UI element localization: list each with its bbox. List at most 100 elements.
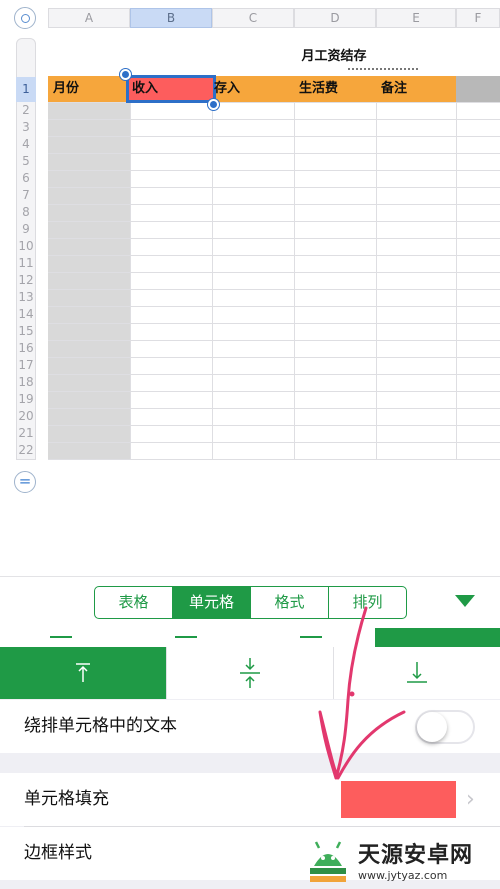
grid-row-line xyxy=(48,187,500,188)
column-header-d[interactable]: D xyxy=(294,8,376,28)
wrap-text-row: 绕排单元格中的文本 xyxy=(0,700,500,753)
selection-handle-top[interactable] xyxy=(120,69,131,80)
align-left-icon[interactable] xyxy=(50,636,72,638)
column-header-e[interactable]: E xyxy=(376,8,456,28)
grid-row-line xyxy=(48,306,500,307)
grid-row-line xyxy=(48,204,500,205)
row-number[interactable]: 6 xyxy=(16,170,36,187)
tab-segmented-control: 表格 单元格 格式 排列 xyxy=(94,586,407,619)
row-number[interactable]: 19 xyxy=(16,391,36,408)
row-number[interactable]: 21 xyxy=(16,425,36,442)
chevron-right-icon: › xyxy=(466,787,475,812)
row-number[interactable]: 5 xyxy=(16,153,36,170)
tab-bar: 表格 单元格 格式 排列 xyxy=(0,576,500,628)
row-number[interactable]: 3 xyxy=(16,119,36,136)
row-number[interactable]: 15 xyxy=(16,323,36,340)
grid-row-line xyxy=(48,425,500,426)
row-number[interactable]: 20 xyxy=(16,408,36,425)
header-cell-month[interactable]: 月份 xyxy=(48,76,130,102)
row-number[interactable]: 2 xyxy=(16,102,36,119)
grid-row-line xyxy=(48,119,500,120)
row-number[interactable]: 9 xyxy=(16,221,36,238)
row-number[interactable]: 4 xyxy=(16,136,36,153)
tab-arrange[interactable]: 排列 xyxy=(329,587,406,618)
column-header-b[interactable]: B xyxy=(130,8,212,28)
align-middle-icon xyxy=(240,658,260,688)
android-logo-icon xyxy=(310,840,346,882)
row-number[interactable]: 18 xyxy=(16,374,36,391)
grid-row-line xyxy=(48,323,500,324)
circle-icon xyxy=(20,13,30,23)
grid-row-line xyxy=(48,102,500,103)
tab-cell[interactable]: 单元格 xyxy=(173,587,251,618)
align-top-icon xyxy=(76,663,90,682)
align-right-icon[interactable] xyxy=(300,636,322,638)
grid-row-line xyxy=(48,170,500,171)
selection-handle-bottom[interactable] xyxy=(208,99,219,110)
grid-column-line xyxy=(130,102,131,460)
wrap-text-toggle[interactable] xyxy=(415,710,475,744)
column-header-a[interactable]: A xyxy=(48,8,130,28)
align-bottom-icon xyxy=(407,662,427,683)
grid-column-line xyxy=(376,102,377,460)
grid-row-line xyxy=(48,289,500,290)
select-all-button[interactable] xyxy=(14,7,36,29)
header-cell-income[interactable]: 收入 xyxy=(126,75,216,103)
grid-row-line xyxy=(48,459,500,460)
header-cell-living-expense[interactable]: 生活费 xyxy=(294,76,376,102)
row-number[interactable]: 12 xyxy=(16,272,36,289)
tab-table[interactable]: 表格 xyxy=(95,587,173,618)
grid-column-line xyxy=(456,102,457,460)
row-number[interactable]: 22 xyxy=(16,442,36,459)
cell-grid[interactable]: 月工资结存 月份 收入 存入 生活费 备注 xyxy=(48,38,500,460)
table-title[interactable]: 月工资结存 xyxy=(48,38,500,76)
grid-column-line xyxy=(212,102,213,460)
grid-row-line xyxy=(48,238,500,239)
watermark-url: www.jytyaz.com xyxy=(358,869,448,882)
add-row-button[interactable]: = xyxy=(14,471,36,493)
watermark: 天源安卓网 www.jytyaz.com xyxy=(304,830,500,889)
equals-icon: = xyxy=(18,471,32,490)
column-header-c[interactable]: C xyxy=(212,8,294,28)
grid-row-line xyxy=(48,357,500,358)
row-number[interactable]: 13 xyxy=(16,289,36,306)
column-header-f[interactable]: F xyxy=(456,8,500,28)
align-middle-button[interactable] xyxy=(167,647,334,699)
column-a-fill xyxy=(48,102,130,460)
row-number[interactable]: 17 xyxy=(16,357,36,374)
vertical-align-row xyxy=(0,647,500,699)
row-number[interactable]: 16 xyxy=(16,340,36,357)
align-bottom-button[interactable] xyxy=(334,647,500,699)
cell-fill-color-swatch[interactable] xyxy=(341,781,456,818)
grid-row-line xyxy=(48,153,500,154)
header-cell-deposit[interactable]: 存入 xyxy=(212,76,294,102)
align-top-button[interactable] xyxy=(0,647,167,699)
spreadsheet: A B C D E F 1 2 3 4 5 6 7 8 9 10 11 12 13 14 15 16 17 18 1… xyxy=(0,0,500,493)
wrap-text-label: 绕排单元格中的文本 xyxy=(24,716,177,736)
horizontal-align-row xyxy=(0,628,500,647)
title-underline-dots xyxy=(348,68,418,72)
grid-row-line xyxy=(48,255,500,256)
align-justify-button[interactable] xyxy=(375,628,500,647)
grid-row-line xyxy=(48,221,500,222)
grid-row-line xyxy=(48,408,500,409)
row-number[interactable]: 10 xyxy=(16,238,36,255)
cell-fill-row[interactable]: 单元格填充 › xyxy=(0,773,500,826)
align-center-icon[interactable] xyxy=(175,636,197,638)
row-number[interactable]: 14 xyxy=(16,306,36,323)
triangle-down-icon[interactable] xyxy=(455,595,475,607)
row-number[interactable]: 11 xyxy=(16,255,36,272)
watermark-title: 天源安卓网 xyxy=(358,843,474,868)
tab-format[interactable]: 格式 xyxy=(251,587,329,618)
grid-row-line xyxy=(48,442,500,443)
row-number[interactable]: 8 xyxy=(16,204,36,221)
header-cell-extra[interactable] xyxy=(456,76,500,102)
row-number[interactable]: 7 xyxy=(16,187,36,204)
grid-row-line xyxy=(48,374,500,375)
border-style-label: 边框样式 xyxy=(24,843,92,863)
grid-row-line xyxy=(48,391,500,392)
row-number[interactable]: 1 xyxy=(16,77,36,102)
cell-fill-label: 单元格填充 xyxy=(24,789,109,809)
header-cell-notes[interactable]: 备注 xyxy=(376,76,456,102)
grid-row-line xyxy=(48,272,500,273)
